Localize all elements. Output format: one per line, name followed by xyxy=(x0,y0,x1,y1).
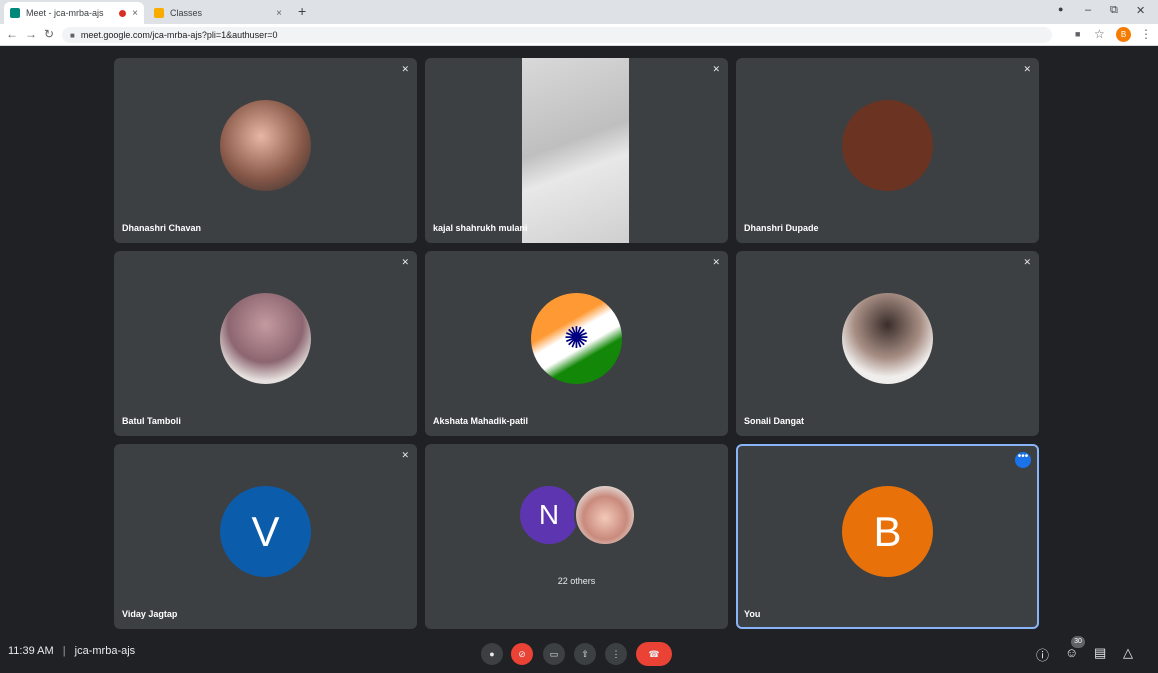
tab-meet[interactable]: Meet - jca-mrba-ajs × xyxy=(4,2,144,24)
captions-button[interactable]: ▭ xyxy=(543,643,565,665)
participant-tile[interactable]: ✕ Dhanashri Chavan xyxy=(114,58,417,243)
meet-favicon-icon xyxy=(10,8,20,18)
close-window-button[interactable]: ✕ xyxy=(1136,4,1145,17)
reload-icon[interactable]: ↻ xyxy=(44,27,54,41)
camera-off-button[interactable]: ⊘ xyxy=(511,643,533,665)
participant-tile[interactable]: ✕ Sonali Dangat xyxy=(736,251,1039,436)
self-tile[interactable]: B ••• You xyxy=(736,444,1039,629)
tab-meet-close-icon[interactable]: × xyxy=(132,8,138,19)
end-call-button[interactable]: ☎ xyxy=(636,642,672,666)
url-text: meet.google.com/jca-mrba-ajs?pli=1&authu… xyxy=(80,30,278,40)
meeting-time: 11:39 AM xyxy=(8,645,54,657)
mic-off-icon: ✕ xyxy=(401,257,409,267)
mic-off-icon: ✕ xyxy=(401,450,409,460)
meeting-control-bar: 11:39 AM | jca-mrba-ajs ● ⊘ ▭ ⇧ ⋮ ☎ ⓘ ☺ … xyxy=(0,633,1158,673)
participant-photo xyxy=(842,100,933,191)
meeting-info: 11:39 AM | jca-mrba-ajs xyxy=(8,645,135,657)
mic-off-icon: ✕ xyxy=(712,64,720,74)
participant-photo xyxy=(842,293,933,384)
meeting-details-icon[interactable]: ⓘ xyxy=(1036,645,1049,664)
chat-icon[interactable]: ▤ xyxy=(1094,645,1106,661)
new-tab-button[interactable]: + xyxy=(298,3,306,19)
participant-name: Viday Jagtap xyxy=(122,609,178,619)
participant-name: You xyxy=(744,609,761,619)
phone-hangup-icon: ☎ xyxy=(648,648,660,659)
address-bar: ← → ↻ ■ meet.google.com/jca-mrba-ajs?pli… xyxy=(0,24,1158,46)
participant-name: Dhanashri Chavan xyxy=(122,223,202,233)
forward-icon[interactable]: → xyxy=(25,27,37,41)
captions-icon: ▭ xyxy=(549,648,559,659)
participant-photo: ✺ xyxy=(531,293,622,384)
classroom-favicon-icon xyxy=(154,8,164,18)
meet-stage: ✕ Dhanashri Chavan ✕ kajal shahrukh mula… xyxy=(0,46,1158,633)
url-field[interactable]: ■ meet.google.com/jca-mrba-ajs?pli=1&aut… xyxy=(62,27,1052,43)
back-icon[interactable]: ← xyxy=(6,27,18,41)
participant-tile[interactable]: ✺ ✕ Akshata Mahadik-patil xyxy=(425,251,728,436)
participant-photo xyxy=(220,100,311,191)
participant-name: kajal shahrukh mulani xyxy=(433,223,528,233)
menu-icon[interactable]: ⋮ xyxy=(1140,27,1152,41)
more-options-bar-button[interactable]: ⋮ xyxy=(605,643,627,665)
others-count: 22 others xyxy=(557,576,596,586)
more-options-button[interactable]: ••• xyxy=(1015,452,1031,468)
participant-name: Akshata Mahadik-patil xyxy=(433,416,529,426)
extension-icon[interactable]: ● xyxy=(1058,4,1063,14)
browser-tab-bar: Meet - jca-mrba-ajs × Classes × + ● – ⧉ … xyxy=(0,0,1158,24)
present-button[interactable]: ⇧ xyxy=(574,643,596,665)
recording-icon xyxy=(119,9,127,17)
minimize-button[interactable]: – xyxy=(1085,4,1091,16)
participants-count-badge: 30 xyxy=(1071,636,1085,648)
self-avatar: B xyxy=(842,486,933,577)
participant-tile[interactable]: ✕ kajal shahrukh mulani xyxy=(425,58,728,243)
mic-off-icon: ✕ xyxy=(1023,257,1031,267)
participant-video xyxy=(522,58,629,243)
mic-icon: ● xyxy=(489,649,495,659)
microphone-button[interactable]: ● xyxy=(481,643,503,665)
lock-icon: ■ xyxy=(70,30,75,40)
profile-avatar[interactable]: B xyxy=(1116,27,1131,42)
camera-off-icon: ⊘ xyxy=(518,648,526,659)
participant-photo xyxy=(574,484,636,546)
mic-off-icon: ✕ xyxy=(712,257,720,267)
bookmark-star-icon[interactable]: ☆ xyxy=(1094,27,1105,41)
others-tile[interactable]: N 22 others xyxy=(425,444,728,629)
participant-name: Batul Tamboli xyxy=(122,416,181,426)
meeting-code: jca-mrba-ajs xyxy=(74,645,136,657)
participant-name: Sonali Dangat xyxy=(744,416,805,426)
restore-button[interactable]: ⧉ xyxy=(1110,4,1118,17)
mic-off-icon: ✕ xyxy=(401,64,409,74)
more-vert-icon: ⋮ xyxy=(611,648,621,659)
participant-tile[interactable]: ✕ Batul Tamboli xyxy=(114,251,417,436)
activities-icon[interactable]: △ xyxy=(1123,645,1133,661)
tab-classes[interactable]: Classes × xyxy=(148,2,288,24)
chakra-icon: ✺ xyxy=(563,322,590,355)
participant-avatar: N xyxy=(518,484,580,546)
participant-photo xyxy=(220,293,311,384)
mic-off-icon: ✕ xyxy=(1023,64,1031,74)
participant-avatar: V xyxy=(220,486,311,577)
participant-tile[interactable]: ✕ Dhanshri Dupade xyxy=(736,58,1039,243)
present-icon: ⇧ xyxy=(581,648,589,659)
tab-classes-close-icon[interactable]: × xyxy=(276,8,282,19)
meeting-separator: | xyxy=(62,645,66,657)
participant-name: Dhanshri Dupade xyxy=(744,223,819,233)
participant-tile[interactable]: V ✕ Viday Jagtap xyxy=(114,444,417,629)
tab-classes-title: Classes xyxy=(170,8,203,18)
tab-meet-title: Meet - jca-mrba-ajs xyxy=(26,8,104,18)
camera-icon[interactable]: ■ xyxy=(1075,29,1080,39)
